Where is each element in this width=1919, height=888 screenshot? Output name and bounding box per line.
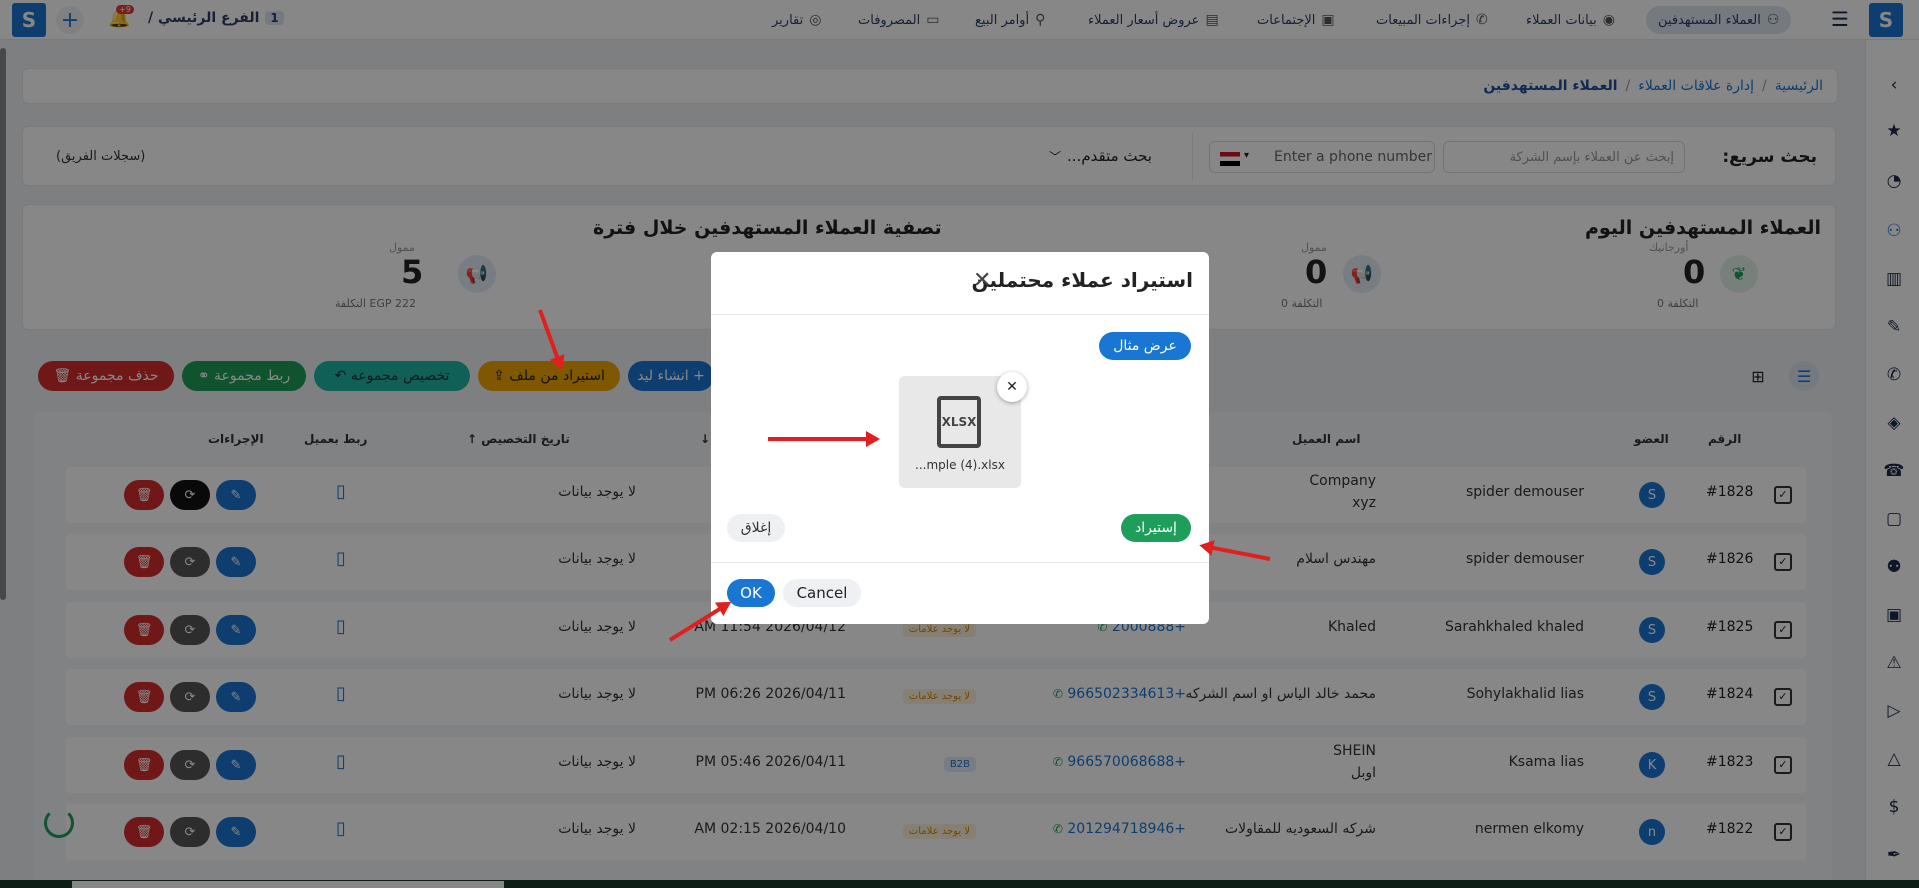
divider [711,562,1209,563]
file-name: ...mple (4).xlsx [915,458,1005,472]
close-icon[interactable]: ✕ [973,268,991,293]
remove-file-button[interactable]: ✕ [997,372,1027,402]
file-type: XLSX [941,415,977,429]
ok-button[interactable]: OK [727,579,775,607]
close-button[interactable]: إغلاق [727,514,785,542]
cancel-button[interactable]: Cancel [783,579,861,607]
show-example-button[interactable]: عرض مثال [1099,332,1191,360]
import-button[interactable]: إستيراد [1121,514,1191,542]
divider [711,314,1209,315]
xlsx-file-icon: XLSX [937,396,981,448]
modal-title: استيراد عملاء محتملين [971,268,1193,292]
annotation-arrow [768,431,880,447]
